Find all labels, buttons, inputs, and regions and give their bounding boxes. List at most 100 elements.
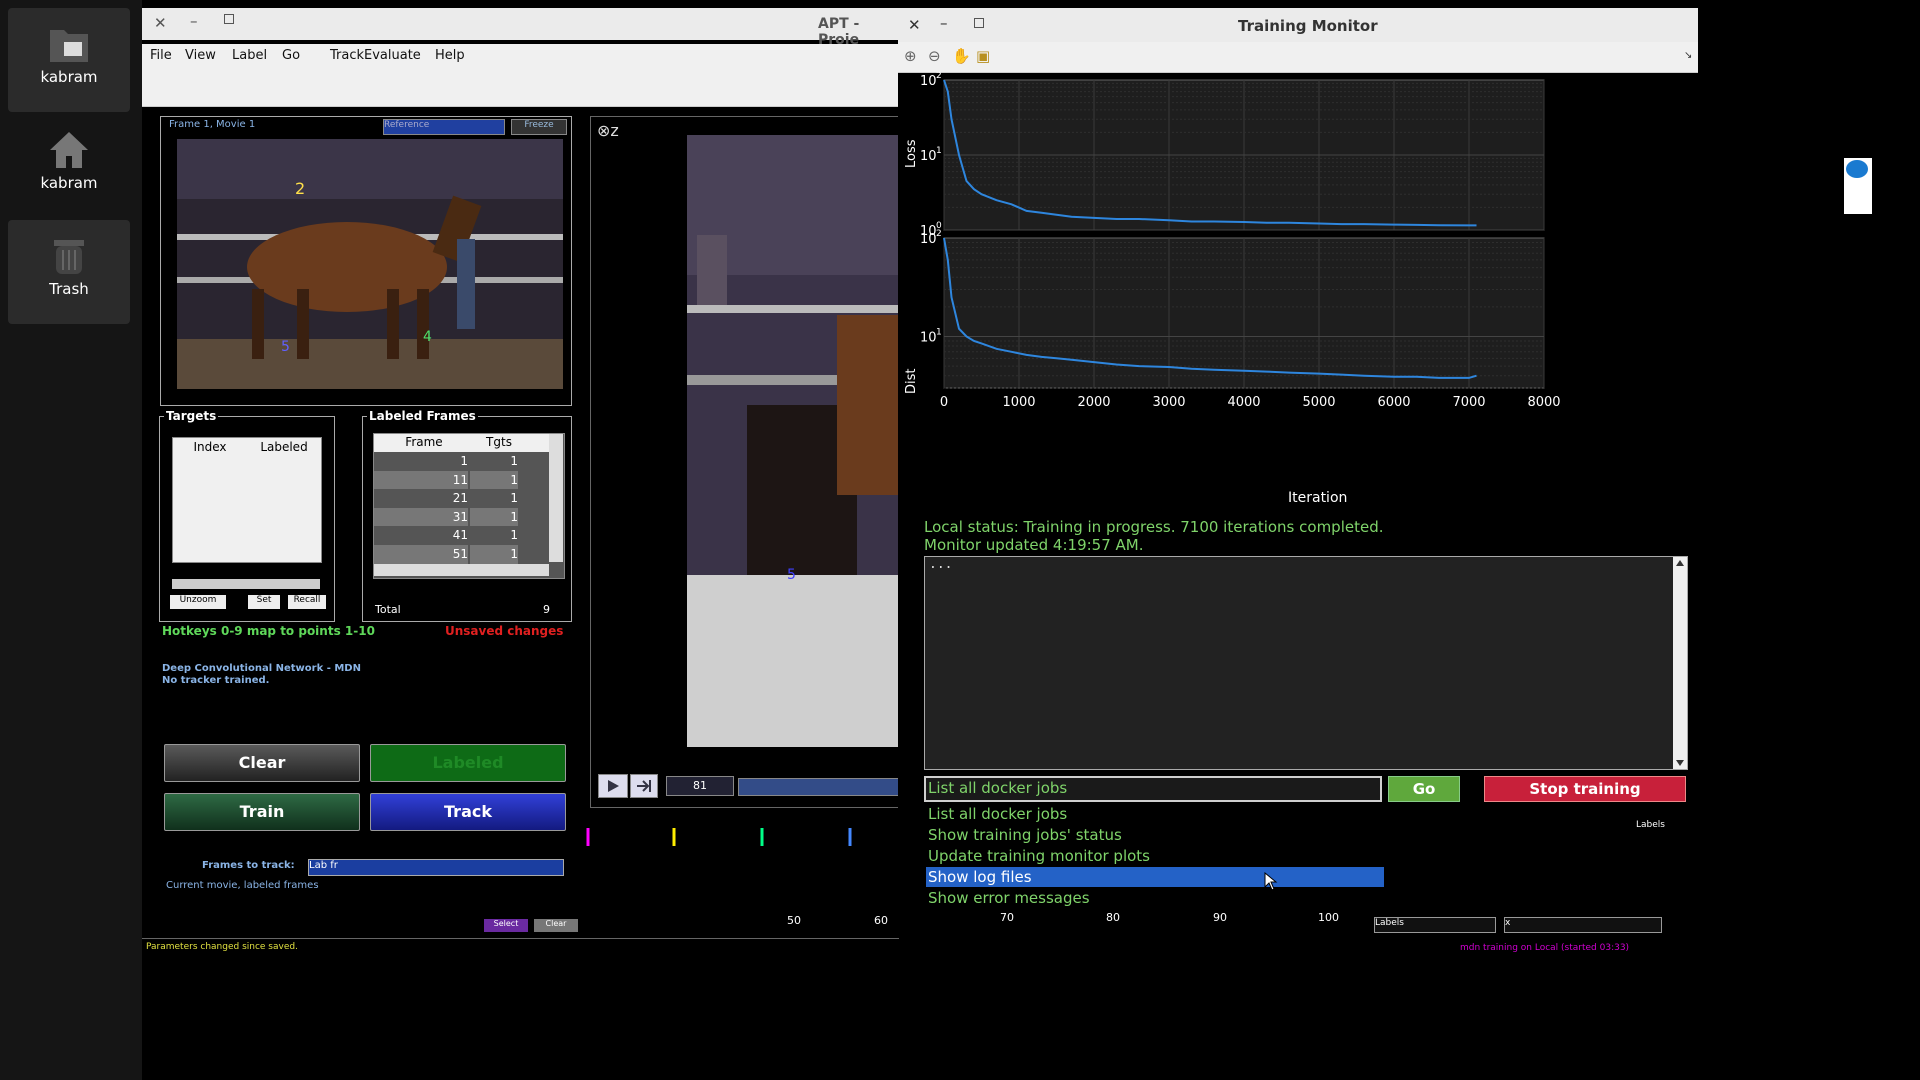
log-vscrollbar[interactable]: [1673, 557, 1687, 769]
recall-button[interactable]: Recall: [288, 595, 326, 609]
maximize-icon[interactable]: [974, 18, 984, 28]
menu-track[interactable]: Track: [330, 48, 364, 63]
dropdown-item-list-docker-jobs[interactable]: List all docker jobs: [926, 804, 1384, 824]
side-widget[interactable]: [1844, 158, 1872, 214]
pan-hand-icon[interactable]: ✋: [952, 47, 971, 65]
labeled-frame-cell[interactable]: 51: [374, 544, 468, 564]
desktop-sidebar: kabram kabram Trash: [0, 0, 142, 1080]
log-text: ...: [929, 557, 953, 572]
go-button[interactable]: Go: [1388, 776, 1460, 802]
data-cursor-icon[interactable]: ▣: [976, 47, 990, 65]
timeline-plot[interactable]: [582, 820, 902, 918]
close-icon[interactable]: ✕: [908, 16, 921, 34]
timeline-tick: 100: [1318, 911, 1339, 924]
apt-window: ✕ – APT - Proje File View Label Go Track…: [142, 8, 904, 1058]
labeled-frame-cell[interactable]: 11: [374, 470, 468, 490]
dropdown-item-show-log-files[interactable]: Show log files: [926, 867, 1384, 887]
iteration-xtick-label: 0: [940, 395, 948, 410]
training-plots[interactable]: 10 210 110 010 210 10 1000 2000 3000 4000 5000 6000…: [898, 72, 1698, 514]
col-tgts[interactable]: Tgts: [474, 435, 524, 449]
menu-evaluate[interactable]: Evaluate: [364, 48, 421, 63]
dropdown-item-update-plots[interactable]: Update training monitor plots: [926, 846, 1384, 866]
frame-panel: Frame 1, Movie 1 Reference Freeze 2 4 5: [160, 116, 572, 406]
total-value: 9: [543, 603, 550, 616]
label-point-2[interactable]: 2: [295, 179, 305, 198]
minimize-icon[interactable]: –: [190, 12, 198, 30]
play-icon: [608, 780, 619, 792]
frame-number-field[interactable]: 81: [666, 776, 734, 796]
frame-slider[interactable]: [738, 778, 900, 796]
train-button[interactable]: Train: [164, 793, 360, 831]
labeled-frame-cell[interactable]: 31: [374, 507, 468, 527]
menu-help[interactable]: Help: [435, 48, 465, 63]
play-button[interactable]: [598, 774, 628, 798]
labeled-tgts-cell[interactable]: 1: [470, 507, 518, 527]
labeled-tgts-cell[interactable]: 1: [470, 526, 518, 545]
zoom-target-icon[interactable]: ⊗z: [597, 121, 619, 140]
targets-col-index[interactable]: Index: [173, 440, 247, 454]
menu-view[interactable]: View: [185, 48, 216, 63]
tracker-status: No tracker trained.: [162, 675, 270, 686]
unzoom-button[interactable]: Unzoom: [170, 595, 226, 609]
clear-button[interactable]: Clear: [164, 744, 360, 782]
desktop-icon-home[interactable]: kabram: [8, 114, 130, 218]
desktop-icon-kabram-folder[interactable]: kabram: [8, 8, 130, 112]
labeled-tgts-cell[interactable]: 1: [470, 544, 518, 564]
labeled-frames-hscrollbar[interactable]: [374, 564, 549, 576]
labels-dropdown[interactable]: Labels: [1374, 917, 1496, 933]
minimize-icon[interactable]: –: [940, 14, 948, 32]
desktop-icon-trash[interactable]: Trash: [8, 220, 130, 324]
main-view-panel: ⊗z 5: [590, 116, 904, 808]
frames-to-track-dropdown[interactable]: Lab fr: [308, 859, 564, 876]
desktop-icon-label: kabram: [40, 68, 98, 86]
zoom-in-icon[interactable]: ⊕: [904, 47, 917, 65]
timeline-clear-button[interactable]: Clear: [534, 919, 578, 932]
menu-file[interactable]: File: [150, 48, 172, 63]
labeled-tgts-cell[interactable]: 1: [470, 470, 518, 490]
labeled-tgts-cell[interactable]: 1: [470, 489, 518, 508]
timeline-select-button[interactable]: Select: [484, 919, 528, 932]
step-forward-button[interactable]: [630, 774, 658, 798]
labeled-frame-cell[interactable]: 1: [374, 452, 468, 471]
loss-axis-label: Loss: [904, 139, 919, 168]
iteration-xtick-label: 4000: [1227, 395, 1260, 410]
targets-col-labeled[interactable]: Labeled: [247, 440, 321, 454]
frame-thumbnail-image[interactable]: [177, 139, 563, 389]
col-frame[interactable]: Frame: [374, 435, 474, 449]
labeled-frame-cell[interactable]: 21: [374, 489, 468, 508]
menu-go[interactable]: Go: [282, 48, 300, 63]
tracker-name: Deep Convolutional Network - MDN: [162, 663, 361, 674]
labeled-frame-cell[interactable]: 41: [374, 526, 468, 545]
timeline-tick: 60: [874, 914, 888, 927]
labeled-frames-vscrollbar[interactable]: [549, 434, 563, 562]
dist-ytick-label: 10: [920, 232, 937, 247]
set-button[interactable]: Set: [248, 595, 280, 609]
labeled-button[interactable]: Labeled: [370, 744, 566, 782]
labeled-tgts-cell[interactable]: 1: [470, 452, 518, 471]
dropdown-item-training-status[interactable]: Show training jobs' status: [926, 825, 1384, 845]
monitor-toolbar: ⊕ ⊖ ✋ ▣ ↘: [898, 42, 1698, 73]
folder-icon: [50, 30, 88, 62]
label-point-5[interactable]: 5: [281, 339, 290, 355]
menu-label[interactable]: Label: [232, 48, 267, 63]
log-text-area[interactable]: ...: [924, 556, 1688, 770]
targets-table[interactable]: Index Labeled: [172, 437, 322, 563]
freeze-button[interactable]: Freeze: [511, 119, 567, 135]
timeline-x-field[interactable]: x: [1504, 917, 1662, 933]
action-select-input[interactable]: List all docker jobs: [924, 776, 1382, 802]
reference-dropdown[interactable]: Reference: [383, 119, 505, 135]
zoom-out-icon[interactable]: ⊖: [928, 47, 941, 65]
close-icon[interactable]: ✕: [154, 14, 167, 32]
dropdown-item-show-error-messages[interactable]: Show error messages: [926, 888, 1384, 908]
targets-hscrollbar[interactable]: [172, 579, 320, 589]
label-point-4[interactable]: 4: [423, 329, 432, 345]
toolbar-expand-icon[interactable]: ↘: [1684, 50, 1692, 61]
labeled-frames-title: Labeled Frames: [367, 409, 478, 423]
main-video-frame[interactable]: [687, 135, 901, 747]
track-button[interactable]: Track: [370, 793, 566, 831]
main-view-point-5[interactable]: 5: [787, 567, 796, 583]
monitor-updated: Monitor updated 4:19:57 AM.: [924, 536, 1144, 554]
stop-training-button[interactable]: Stop training: [1484, 776, 1686, 802]
maximize-icon[interactable]: [224, 14, 234, 24]
labeled-frames-table[interactable]: Frame Tgts 1 1 11 1 21 1 31 1 41 1 51 1: [373, 433, 565, 579]
